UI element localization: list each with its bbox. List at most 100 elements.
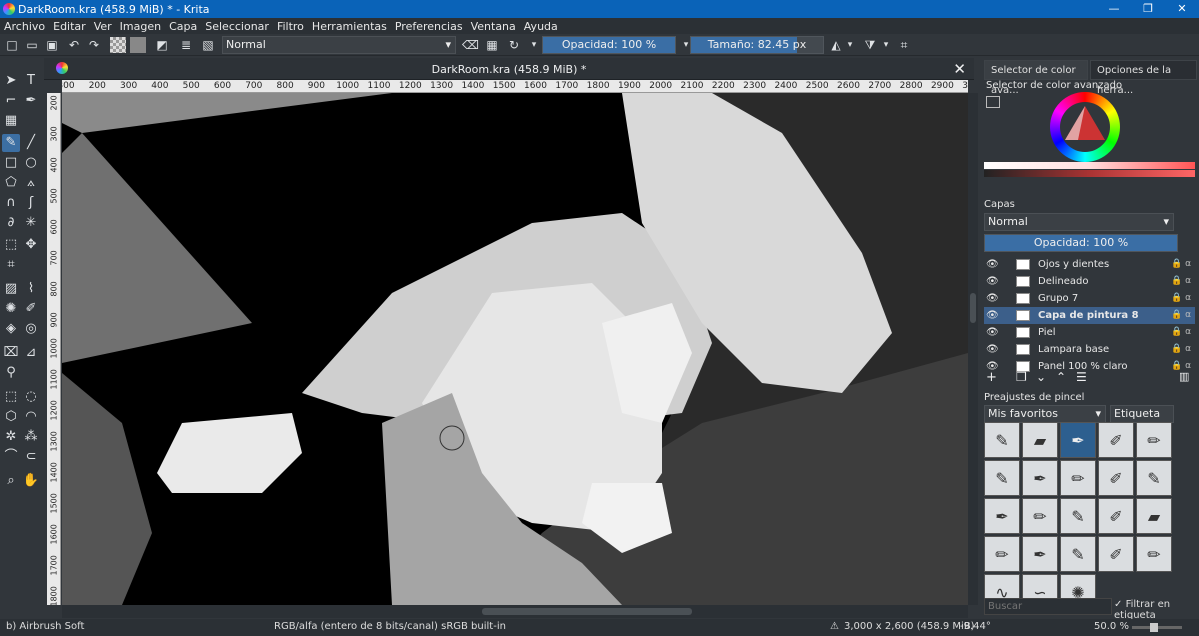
lock-icon[interactable]: 🔒 α <box>1171 290 1191 307</box>
preset-search-input[interactable] <box>984 598 1112 615</box>
fill-tool-icon[interactable]: ◈ <box>2 320 20 338</box>
saturation-strip[interactable] <box>984 170 1195 177</box>
lock-icon[interactable]: 🔒 α <box>1171 307 1191 324</box>
color-settings-icon[interactable] <box>986 96 1000 108</box>
drawing-canvas[interactable] <box>62 93 968 605</box>
preset-tag-select[interactable]: Mis favoritos ▾ <box>984 405 1106 423</box>
maximize-button[interactable]: ❐ <box>1131 0 1165 18</box>
brush-preset-icon[interactable]: ✎ <box>984 460 1020 496</box>
lock-icon[interactable]: 🔒 α <box>1171 341 1191 358</box>
ellipse-select-tool-icon[interactable]: ◌ <box>22 388 40 406</box>
menu-ventana[interactable]: Ventana <box>467 20 520 33</box>
lightness-strip[interactable] <box>984 162 1195 169</box>
transform-tool-icon[interactable]: ⬚ <box>2 236 20 254</box>
close-document-button[interactable]: ✕ <box>953 60 966 78</box>
new-document-icon[interactable]: □ <box>4 37 20 53</box>
multibrush-tool-icon[interactable]: ✳ <box>22 214 40 232</box>
color-wheel[interactable] <box>1050 92 1120 162</box>
menu-herramientas[interactable]: Herramientas <box>308 20 391 33</box>
add-layer-icon[interactable]: + <box>986 370 997 385</box>
eye-icon[interactable]: 👁 <box>986 324 999 341</box>
undo-icon[interactable]: ↶ <box>66 37 82 53</box>
gradient-tool-icon[interactable]: ▨ <box>2 280 20 298</box>
eye-icon[interactable]: 👁 <box>986 256 999 273</box>
brush-preset-icon[interactable]: ▧ <box>200 37 216 53</box>
brush-preset-icon[interactable]: ▰ <box>1136 498 1172 534</box>
layer-row[interactable]: 👁 Ojos y dientes 🔒 α <box>984 256 1195 273</box>
menu-ver[interactable]: Ver <box>90 20 116 33</box>
brush-preset-icon[interactable]: ✐ <box>1098 536 1134 572</box>
lock-icon[interactable]: 🔒 α <box>1171 324 1191 341</box>
color-picker-tool-icon[interactable]: ⌇ <box>22 280 40 298</box>
move-layer-up-icon[interactable]: ⌃ <box>1056 370 1066 384</box>
tab-tool-options[interactable]: Opciones de la herra... <box>1090 60 1197 96</box>
minimize-button[interactable]: — <box>1097 0 1131 18</box>
layer-row[interactable]: 👁 Piel 🔒 α <box>984 324 1195 341</box>
rectangle-tool-icon[interactable]: □ <box>2 154 20 172</box>
menu-imagen[interactable]: Imagen <box>116 20 165 33</box>
wrap-around-icon[interactable]: ⌗ <box>896 37 912 53</box>
mirror-vertical-icon[interactable]: ⧩ <box>862 37 878 53</box>
eye-icon[interactable]: 👁 <box>986 273 999 290</box>
pan-tool-icon[interactable]: ✋ <box>22 472 40 490</box>
mirror-v-dropdown-icon[interactable]: ▾ <box>878 37 894 53</box>
reference-pin-tool-icon[interactable]: ⚲ <box>2 364 20 382</box>
brush-preset-status[interactable]: b) Airbrush Soft <box>6 621 84 632</box>
filter-in-tag-checkbox[interactable]: ✓ Filtrar en etiqueta <box>1114 599 1199 621</box>
brush-preset-icon[interactable]: ✎ <box>1136 460 1172 496</box>
move-layer-down-icon[interactable]: ⌄ <box>1036 370 1046 384</box>
enclose-fill-tool-icon[interactable]: ◎ <box>22 320 40 338</box>
brush-preset-icon[interactable]: ✐ <box>1098 460 1134 496</box>
ellipse-tool-icon[interactable]: ○ <box>22 154 40 172</box>
close-window-button[interactable]: ✕ <box>1165 0 1199 18</box>
brush-preset-icon[interactable]: ✐ <box>1098 498 1134 534</box>
brush-settings-icon[interactable]: ≣ <box>178 37 194 53</box>
calligraphy-tool-icon[interactable]: ✒ <box>22 92 40 110</box>
preserve-alpha-icon[interactable]: ▦ <box>484 37 500 53</box>
layer-properties-icon[interactable]: ☰ <box>1076 370 1087 384</box>
brush-preset-icon[interactable]: ✒ <box>1022 460 1058 496</box>
duplicate-layer-icon[interactable]: ❐ <box>1016 370 1027 384</box>
brush-preset-icon[interactable]: ✒ <box>984 498 1020 534</box>
vertical-scroll-thumb[interactable] <box>970 293 976 323</box>
layer-row[interactable]: 👁 Grupo 7 🔒 α <box>984 290 1195 307</box>
zoom-status[interactable]: 50.0 % <box>1094 621 1129 632</box>
brush-preset-icon[interactable]: ✒ <box>1022 536 1058 572</box>
assistant-tool-icon[interactable]: ⌧ <box>2 344 20 362</box>
horizontal-scroll-thumb[interactable] <box>482 608 692 615</box>
tag-label-button[interactable]: Etiqueta <box>1110 405 1174 423</box>
menu-archivo[interactable]: Archivo <box>0 20 49 33</box>
open-document-icon[interactable]: ▭ <box>24 37 40 53</box>
delete-layer-icon[interactable]: ▥ <box>1179 370 1189 383</box>
eye-icon[interactable]: 👁 <box>986 290 999 307</box>
polygon-select-tool-icon[interactable]: ⬡ <box>2 408 20 426</box>
menu-preferencias[interactable]: Preferencias <box>391 20 467 33</box>
reload-preset-icon[interactable]: ↻ <box>506 37 522 53</box>
menu-editar[interactable]: Editar <box>49 20 90 33</box>
brush-preset-icon[interactable]: ✒ <box>1060 422 1096 458</box>
fill-pattern-icon[interactable] <box>110 37 126 53</box>
brush-preset-icon[interactable]: ✏ <box>1136 536 1172 572</box>
reload-dropdown-icon[interactable]: ▾ <box>526 37 542 53</box>
magnetic-select-tool-icon[interactable]: ⊂ <box>22 448 40 466</box>
fg-bg-color-icon[interactable]: ◩ <box>154 37 170 53</box>
eye-icon[interactable]: 👁 <box>986 307 999 324</box>
menu-filtro[interactable]: Filtro <box>273 20 308 33</box>
blend-mode-select[interactable]: Normal ▾ <box>222 36 456 54</box>
select-shapes-tool-icon[interactable]: ➤ <box>2 72 20 90</box>
menu-ayuda[interactable]: Ayuda <box>520 20 562 33</box>
size-slider[interactable]: Tamaño: 82.45 px <box>690 36 824 54</box>
menu-seleccionar[interactable]: Seleccionar <box>201 20 273 33</box>
rect-select-tool-icon[interactable]: ⬚ <box>2 388 20 406</box>
layer-blend-select[interactable]: Normal ▾ <box>984 213 1174 231</box>
contiguous-select-tool-icon[interactable]: ✲ <box>2 428 20 446</box>
tab-color-selector[interactable]: Selector de color ava... <box>984 60 1088 96</box>
brush-preset-icon[interactable]: ✏ <box>984 536 1020 572</box>
zoom-tool-icon[interactable]: ⌕ <box>2 472 20 490</box>
menu-capa[interactable]: Capa <box>165 20 201 33</box>
bezier-select-tool-icon[interactable]: ⌒ <box>2 448 20 466</box>
similar-select-tool-icon[interactable]: ⁂ <box>22 428 40 446</box>
brush-preset-icon[interactable]: ✎ <box>1060 536 1096 572</box>
gradient-swatch-icon[interactable] <box>130 37 146 53</box>
lock-icon[interactable]: 🔒 α <box>1171 256 1191 273</box>
